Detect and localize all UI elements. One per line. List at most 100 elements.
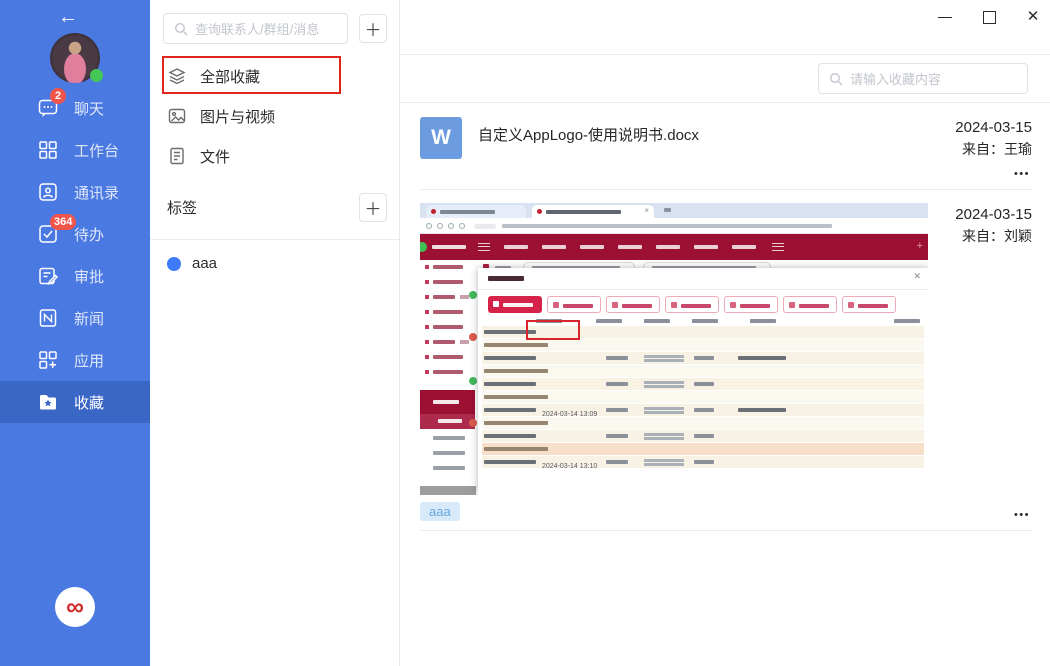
decor	[694, 460, 714, 464]
decor-chip	[665, 296, 719, 313]
decor	[606, 408, 628, 412]
sidebar-item-label: 收藏	[74, 392, 104, 413]
minimize-button[interactable]	[938, 10, 952, 24]
decor	[750, 319, 776, 323]
sidebar-item-news[interactable]: 新闻	[0, 297, 150, 339]
brand-logo[interactable]: ∞	[55, 587, 95, 627]
decor	[433, 280, 463, 284]
decor	[644, 385, 684, 388]
decor	[433, 295, 455, 299]
sidebar-item-favorites[interactable]: 收藏	[0, 381, 150, 423]
plus-icon: ＋	[365, 195, 382, 220]
decor	[493, 301, 499, 307]
decor-chip	[547, 296, 601, 313]
decor	[618, 245, 642, 249]
decor	[732, 245, 756, 249]
avatar[interactable]	[50, 33, 100, 83]
word-file-icon: W	[420, 117, 462, 159]
tags-title: 标签	[167, 197, 197, 218]
sidebar-item-apps[interactable]: 应用	[0, 339, 150, 381]
word-letter: W	[431, 126, 451, 150]
filter-label: 图片与视频	[200, 106, 275, 127]
contact-search-input[interactable]: 查询联系人/群组/消息	[163, 13, 348, 44]
sidebar-item-label: 应用	[74, 350, 104, 371]
decor	[612, 302, 618, 308]
file-icon	[167, 146, 187, 166]
item-date: 2024-03-15	[955, 204, 1032, 226]
plus-icon: ＋	[365, 16, 382, 41]
decor-row	[482, 378, 924, 390]
decor	[644, 437, 684, 440]
decor	[484, 343, 548, 347]
thumb-browser-tabbar: ×	[420, 203, 928, 218]
decor	[425, 280, 429, 284]
more-menu-button[interactable]: •••	[1014, 509, 1030, 521]
decor	[433, 265, 463, 269]
sidebar-item-chat[interactable]: 2 聊天	[0, 87, 150, 129]
decor	[694, 356, 714, 360]
favorite-item-image: × +	[420, 190, 1032, 531]
decor-row	[482, 430, 924, 442]
window-controls: ✕	[938, 10, 1040, 24]
favorites-side-panel: 查询联系人/群组/消息 ＋ 全部收藏 图片与视频 文件 标签 ＋ aaa	[150, 0, 400, 666]
decor	[460, 295, 469, 299]
decor	[503, 303, 533, 307]
decor	[484, 447, 548, 451]
tag-color-dot	[167, 257, 181, 271]
back-arrow-icon[interactable]: ←	[58, 6, 78, 28]
sidebar-item-approval[interactable]: 审批	[0, 255, 150, 297]
decor	[580, 245, 604, 249]
item-tag-chip[interactable]: aaa	[420, 502, 460, 521]
decor	[484, 395, 548, 399]
decor	[694, 382, 714, 386]
favorited-screenshot-thumbnail[interactable]: × +	[420, 203, 928, 495]
filter-all-favorites[interactable]: 全部收藏	[150, 56, 399, 96]
decor-row	[482, 443, 924, 455]
thumb-approval-dialog: ✕ 2024-03-14 13:09 2024-03-14 13:10 2024…	[478, 268, 928, 495]
close-icon: ✕	[1027, 8, 1040, 25]
maximize-button[interactable]	[982, 10, 996, 24]
decor-chip	[724, 296, 778, 313]
decor	[644, 433, 684, 436]
filter-images-videos[interactable]: 图片与视频	[150, 96, 399, 136]
decor	[484, 434, 536, 438]
decor	[596, 319, 622, 323]
decor	[433, 340, 455, 344]
decor	[484, 356, 536, 360]
file-title: 自定义AppLogo-使用说明书.docx	[478, 124, 955, 189]
decor	[644, 381, 684, 384]
favorite-item-document[interactable]: W 自定义AppLogo-使用说明书.docx 2024-03-15 来自：王瑜…	[420, 103, 1032, 190]
tag-item-aaa[interactable]: aaa	[150, 240, 399, 287]
sidebar-item-contacts[interactable]: 通讯录	[0, 171, 150, 213]
search-placeholder: 请输入收藏内容	[850, 69, 941, 88]
favorites-search-input[interactable]: 请输入收藏内容	[818, 63, 1028, 94]
decor	[433, 310, 463, 314]
filter-files[interactable]: 文件	[150, 136, 399, 176]
favorites-main: ✕ 请输入收藏内容 W 自定义AppLogo-使用说明书.docx 2024-0…	[400, 0, 1050, 666]
decor	[542, 245, 566, 249]
add-favorite-button[interactable]: ＋	[359, 14, 387, 43]
decor-chip	[606, 296, 660, 313]
workbench-icon	[37, 139, 59, 161]
decor	[694, 245, 718, 249]
favorites-search-row: 请输入收藏内容	[400, 55, 1050, 103]
sidebar-item-label: 新闻	[74, 308, 104, 329]
decor	[644, 319, 670, 323]
thumb-bottom-strip	[420, 486, 476, 495]
decor	[425, 265, 429, 269]
add-tag-button[interactable]: ＋	[359, 193, 387, 222]
more-menu-button[interactable]: •••	[1014, 168, 1030, 180]
favorites-icon	[37, 391, 59, 413]
decor	[425, 295, 429, 299]
tags-header-row: 标签 ＋	[150, 176, 399, 232]
sidebar-item-label: 待办	[74, 224, 104, 245]
close-button[interactable]: ✕	[1026, 10, 1040, 24]
sidebar-item-workbench[interactable]: 工作台	[0, 129, 150, 171]
decor-row	[482, 391, 924, 403]
decor-row	[482, 365, 924, 377]
decor	[606, 460, 628, 464]
apps-icon	[37, 349, 59, 371]
sidebar-item-todo[interactable]: 364 待办	[0, 213, 150, 255]
online-status-dot	[90, 69, 103, 82]
decor	[694, 408, 714, 412]
